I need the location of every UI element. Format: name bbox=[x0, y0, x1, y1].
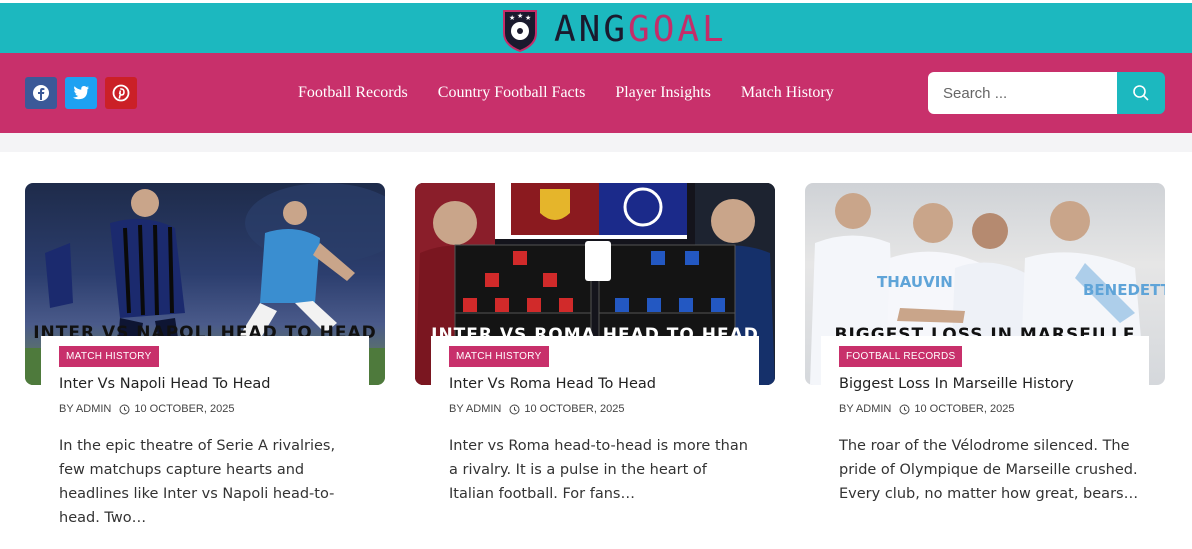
nav-item-country-football-facts[interactable]: Country Football Facts bbox=[438, 84, 586, 102]
nav-item-player-insights[interactable]: Player Insights bbox=[615, 84, 711, 102]
post-excerpt: The roar of the Vélodrome silenced. The … bbox=[839, 438, 1139, 502]
post-date: 10 OCTOBER, 2025 bbox=[134, 403, 235, 415]
svg-text:THAUVIN: THAUVIN bbox=[877, 273, 953, 291]
logo-text-goal: GOAL bbox=[628, 9, 727, 50]
search-button[interactable] bbox=[1117, 72, 1165, 114]
post-card[interactable]: INTER VS ROMA HEAD TO HEAD MATCH HISTORY… bbox=[415, 183, 775, 502]
search-input[interactable] bbox=[928, 72, 1117, 114]
category-badge[interactable]: MATCH HISTORY bbox=[59, 346, 159, 367]
post-date: 10 OCTOBER, 2025 bbox=[524, 403, 625, 415]
post-excerpt: Inter vs Roma head-to-head is more than … bbox=[449, 438, 748, 502]
svg-text:★: ★ bbox=[525, 14, 531, 22]
post-excerpt: In the epic theatre of Serie A rivalries… bbox=[59, 438, 336, 526]
post-meta: BY ADMIN 10 OCTOBER, 2025 bbox=[839, 403, 1014, 415]
clock-icon bbox=[119, 404, 130, 415]
logo-text-ang: ANG bbox=[554, 9, 629, 50]
search-icon bbox=[1133, 85, 1149, 101]
post-author[interactable]: BY ADMIN bbox=[839, 403, 891, 415]
svg-text:★: ★ bbox=[509, 14, 515, 22]
main-navbar: Football Records Country Football Facts … bbox=[0, 53, 1192, 133]
category-badge[interactable]: MATCH HISTORY bbox=[449, 346, 549, 367]
post-author[interactable]: BY ADMIN bbox=[449, 403, 501, 415]
svg-text:★: ★ bbox=[517, 12, 523, 20]
pinterest-icon[interactable] bbox=[105, 77, 137, 109]
primary-nav: Football Records Country Football Facts … bbox=[298, 53, 864, 133]
post-title[interactable]: Inter Vs Roma Head To Head bbox=[449, 376, 656, 392]
post-meta: BY ADMIN 10 OCTOBER, 2025 bbox=[59, 403, 234, 415]
post-card[interactable]: BENEDETTO THAUVIN BIGGEST LOSS IN MARSEI… bbox=[805, 183, 1165, 502]
post-title[interactable]: Biggest Loss In Marseille History bbox=[839, 376, 1074, 392]
header-logo-band: ★ ★ ★ ANGGOAL bbox=[0, 0, 1192, 53]
section-divider-strip bbox=[0, 133, 1192, 152]
site-logo[interactable]: ★ ★ ★ ANGGOAL bbox=[500, 6, 727, 54]
post-author[interactable]: BY ADMIN bbox=[59, 403, 111, 415]
category-badge[interactable]: FOOTBALL RECORDS bbox=[839, 346, 963, 367]
twitter-icon[interactable] bbox=[65, 77, 97, 109]
clock-icon bbox=[899, 404, 910, 415]
facebook-icon[interactable] bbox=[25, 77, 57, 109]
clock-icon bbox=[509, 404, 520, 415]
post-title[interactable]: Inter Vs Napoli Head To Head bbox=[59, 376, 271, 392]
nav-item-football-records[interactable]: Football Records bbox=[298, 84, 408, 102]
post-date: 10 OCTOBER, 2025 bbox=[914, 403, 1015, 415]
search-form bbox=[928, 72, 1165, 114]
nav-item-match-history[interactable]: Match History bbox=[741, 84, 834, 102]
post-meta: BY ADMIN 10 OCTOBER, 2025 bbox=[449, 403, 624, 415]
logo-badge-icon: ★ ★ ★ bbox=[500, 7, 540, 53]
post-card[interactable]: INTER VS NAPOLI HEAD TO HEAD MATCH HISTO… bbox=[25, 183, 385, 526]
svg-text:BENEDETTO: BENEDETTO bbox=[1083, 281, 1165, 299]
